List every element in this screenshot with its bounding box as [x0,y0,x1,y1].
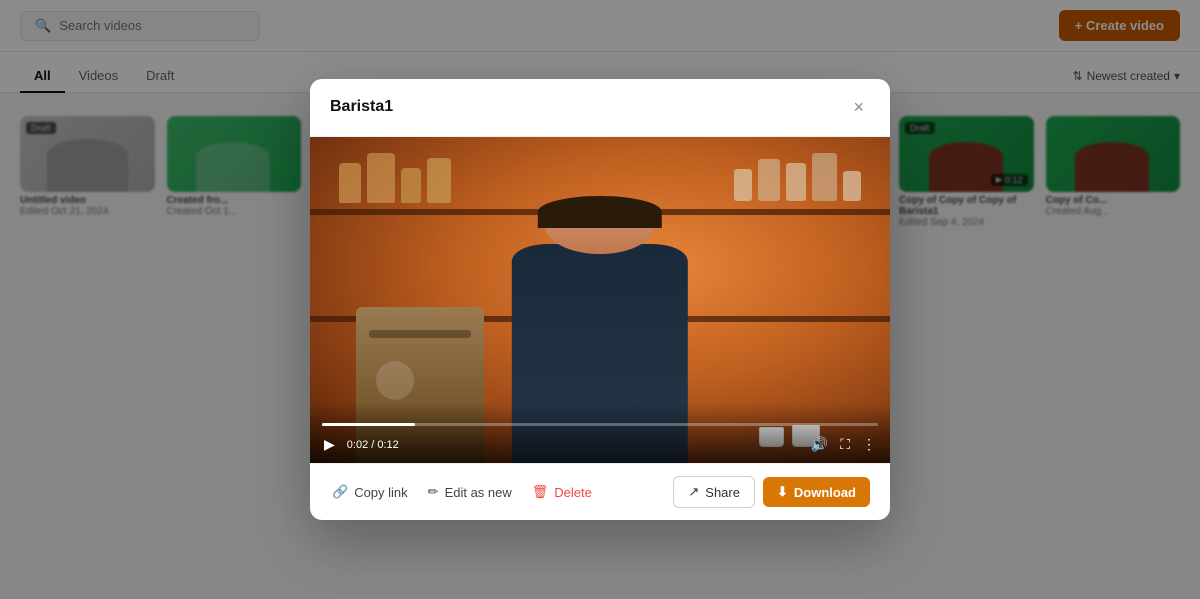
edit-icon: ✏ [428,484,439,500]
modal-footer: 🔗 Copy link ✏ Edit as new 🗑 Delete ↗ Sha… [310,463,890,520]
share-icon: ↗ [688,484,699,500]
video-player: ▶ 0:02 / 0:12 🔊 ⛶ ⋮ [310,137,890,463]
play-button[interactable]: ▶ [322,434,337,455]
progress-fill [322,423,415,426]
modal-header: Barista1 × [310,79,890,137]
delete-icon: 🗑 [532,484,549,500]
footer-actions-right: ↗ Share ⬇ Download [673,476,870,508]
volume-button[interactable]: 🔊 [809,434,830,455]
more-options-button[interactable]: ⋮ [860,434,878,455]
download-button[interactable]: ⬇ Download [763,477,870,507]
controls-right: 🔊 ⛶ ⋮ [809,434,878,455]
time-display: 0:02 / 0:12 [347,439,399,451]
modal-overlay: Barista1 × [0,0,1200,599]
video-modal: Barista1 × [310,79,890,520]
controls-row: ▶ 0:02 / 0:12 🔊 ⛶ ⋮ [322,434,878,455]
fullscreen-button[interactable]: ⛶ [838,434,852,455]
edit-as-new-button[interactable]: ✏ Edit as new [426,480,514,504]
video-controls: ▶ 0:02 / 0:12 🔊 ⛶ ⋮ [310,403,890,463]
download-icon: ⬇ [777,484,788,500]
progress-bar[interactable] [322,423,878,426]
copy-link-button[interactable]: 🔗 Copy link [330,480,410,504]
link-icon: 🔗 [332,484,348,500]
modal-title: Barista1 [330,98,393,116]
controls-left: ▶ 0:02 / 0:12 [322,434,399,455]
footer-actions-left: 🔗 Copy link ✏ Edit as new 🗑 Delete [330,480,594,504]
delete-button[interactable]: 🗑 Delete [530,480,594,504]
share-button[interactable]: ↗ Share [673,476,755,508]
close-modal-button[interactable]: × [847,95,870,120]
